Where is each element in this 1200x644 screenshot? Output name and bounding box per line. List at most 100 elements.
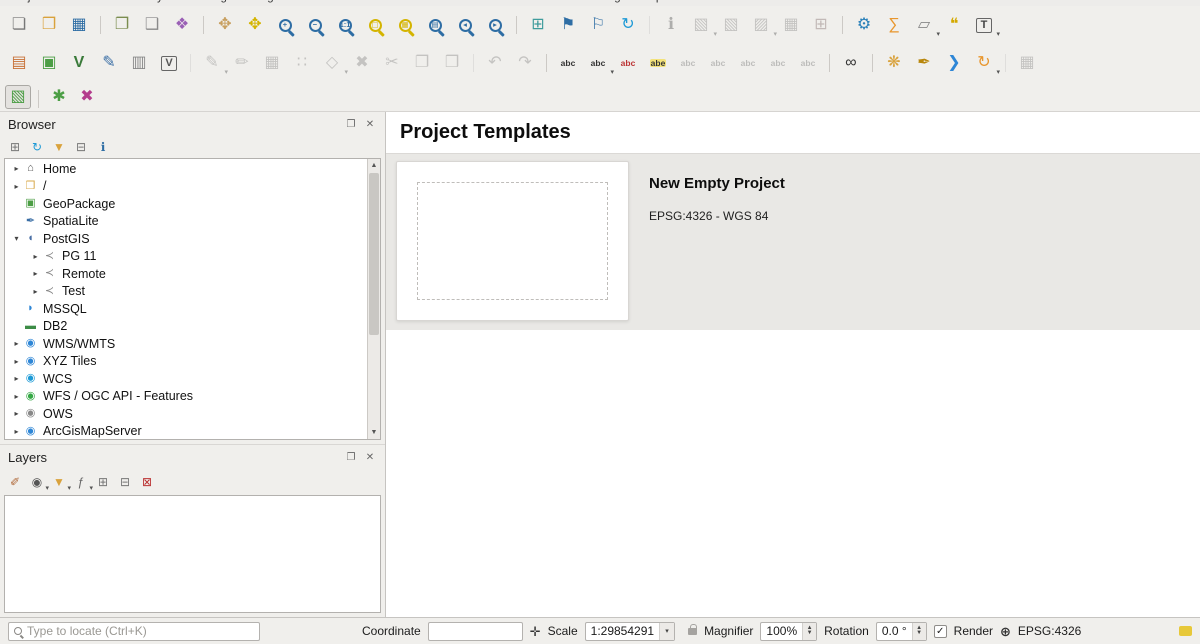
map-tips-button[interactable]: ❝ <box>940 11 968 39</box>
zoom-in-button[interactable]: + <box>271 11 299 39</box>
new-virtual-layer-button[interactable]: V <box>155 49 183 77</box>
zoom-last-button[interactable]: ◂ <box>451 11 479 39</box>
data-source-manager-button[interactable]: ▤ <box>5 49 33 77</box>
tree-item-geopackage[interactable]: ▣ GeoPackage <box>5 195 367 213</box>
current-edits-button[interactable]: ✎ <box>198 49 226 77</box>
show-layout-manager-button[interactable]: ❑ <box>138 11 166 39</box>
measure-button[interactable]: ▱ <box>910 11 938 39</box>
magnifier-spinbox[interactable]: 100% ▲▼ <box>760 622 817 641</box>
image-annotation-button[interactable]: ▧ <box>5 85 31 109</box>
tree-item-wms[interactable]: ▸ ◉ WMS/WMTS <box>5 335 367 353</box>
coordinate-input[interactable] <box>428 622 523 641</box>
filter-legend-button[interactable]: ▼ <box>49 473 69 492</box>
deselect-features-button[interactable]: ▧ <box>717 11 745 39</box>
extents-toggle-icon[interactable]: ✛ <box>530 625 541 638</box>
add-feature-button[interactable]: ∷ <box>288 49 316 77</box>
tree-item-wfs[interactable]: ▸ ◉ WFS / OGC API - Features <box>5 388 367 406</box>
pan-map-button[interactable]: ✥ <box>211 11 239 39</box>
tree-item-wcs[interactable]: ▸ ◉ WCS <box>5 370 367 388</box>
toggle-editing-button[interactable]: ✏ <box>228 49 256 77</box>
tree-item-spatialite[interactable]: ✒ SpatiaLite <box>5 213 367 231</box>
zoom-full-button[interactable]: ▢ <box>361 11 389 39</box>
menu-item[interactable]: Mesh <box>518 0 546 4</box>
plugin-reload-button[interactable]: ↻ <box>970 49 998 77</box>
layers-list[interactable] <box>4 495 381 613</box>
filter-expression-button[interactable]: ƒ <box>71 473 91 492</box>
refresh-map-button[interactable]: ↻ <box>614 11 642 39</box>
processing-plugin-button[interactable]: ✖ <box>74 85 100 109</box>
spinner-arrows-icon[interactable]: ▲▼ <box>802 623 816 640</box>
browser-tree-scrollbar[interactable]: ▲ ▼ <box>367 159 380 439</box>
rotation-spinbox[interactable]: 0.0 ° ▲▼ <box>876 622 927 641</box>
new-spatialite-layer-button[interactable]: ✎ <box>95 49 123 77</box>
select-by-expression-button[interactable]: ▨ <box>747 11 775 39</box>
tree-item-test[interactable]: ▸ ≺ Test <box>5 283 367 301</box>
select-features-button[interactable]: ▧ <box>687 11 715 39</box>
menu-item[interactable]: Plugins <box>251 0 289 4</box>
metasearch-button[interactable]: ❋ <box>880 49 908 77</box>
tree-item-ows[interactable]: ▸ ◉ OWS <box>5 405 367 423</box>
identify-features-button[interactable]: ℹ <box>657 11 685 39</box>
tree-item-root[interactable]: ▸ ❒ / <box>5 178 367 196</box>
crs-status-badge[interactable]: EPSG:4326 <box>1018 624 1081 638</box>
redo-button[interactable]: ↷ <box>511 49 539 77</box>
undo-button[interactable]: ↶ <box>481 49 509 77</box>
rotate-label-button[interactable]: abc <box>764 49 792 77</box>
refresh-browser-button[interactable]: ↻ <box>27 138 47 157</box>
open-attribute-table-button[interactable]: ▦ <box>777 11 805 39</box>
menu-item[interactable]: Settings <box>191 0 233 4</box>
chevron-down-icon[interactable]: ▾ <box>659 623 674 640</box>
expand-all-layers-button[interactable]: ⊞ <box>93 473 113 492</box>
map-themes-button[interactable]: ◉ <box>27 473 47 492</box>
layer-labeling-button[interactable]: abc <box>554 49 582 77</box>
template-list-item[interactable]: New Empty Project EPSG:4326 - WGS 84 <box>386 154 1200 330</box>
zoom-out-button[interactable]: − <box>301 11 329 39</box>
remove-layer-button[interactable]: ⊠ <box>137 473 157 492</box>
locate-search[interactable] <box>8 622 260 641</box>
expander-icon[interactable]: ▸ <box>10 427 23 436</box>
filter-browser-button[interactable]: ▼ <box>49 138 69 157</box>
osm-quill-button[interactable]: ✒ <box>910 49 938 77</box>
scale-combobox[interactable]: 1:29854291 ▾ <box>585 622 675 641</box>
show-spatial-bookmarks-button[interactable]: ⚐ <box>584 11 612 39</box>
new-shapefile-layer-button[interactable]: V <box>65 49 93 77</box>
menu-item[interactable]: Processing <box>564 0 621 4</box>
tree-item-mssql[interactable]: ◗ MSSQL <box>5 300 367 318</box>
expander-icon[interactable]: ▸ <box>10 374 23 383</box>
text-annotation-button[interactable]: T <box>970 11 998 39</box>
expander-icon[interactable]: ▸ <box>10 392 23 401</box>
close-panel-icon[interactable]: ✕ <box>363 117 377 131</box>
expander-icon[interactable]: ▸ <box>29 287 42 296</box>
field-calculator-button[interactable]: ⊞ <box>807 11 835 39</box>
highlight-labels-button[interactable]: abc <box>614 49 642 77</box>
menu-item[interactable]: Project <box>10 0 46 4</box>
menu-item[interactable]: Edit <box>64 0 84 4</box>
cut-features-button[interactable]: ✂ <box>378 49 406 77</box>
tree-item-db2[interactable]: ▬ DB2 <box>5 318 367 336</box>
open-project-button[interactable]: ❒ <box>35 11 63 39</box>
pin-labels-button[interactable]: abc <box>674 49 702 77</box>
paste-features-button[interactable]: ❒ <box>438 49 466 77</box>
menu-item[interactable]: Database <box>409 0 458 4</box>
scroll-up-icon[interactable]: ▲ <box>368 159 380 172</box>
expander-icon[interactable]: ▸ <box>10 182 23 191</box>
expander-icon[interactable]: ▸ <box>10 357 23 366</box>
template-thumbnail[interactable] <box>396 161 629 321</box>
show-hide-labels-button[interactable]: abc <box>704 49 732 77</box>
processing-toolbox-button[interactable]: ⚙ <box>850 11 878 39</box>
menu-item[interactable]: Web <box>476 0 499 4</box>
lock-scale-icon[interactable] <box>688 628 697 635</box>
new-temporary-scratch-layer-button[interactable]: ▥ <box>125 49 153 77</box>
add-selected-layers-button[interactable]: ⊞ <box>5 138 25 157</box>
change-label-button[interactable]: abc <box>794 49 822 77</box>
help-button[interactable]: ▦ <box>1013 49 1041 77</box>
delete-selected-button[interactable]: ✖ <box>348 49 376 77</box>
new-geopackage-layer-button[interactable]: ▣ <box>35 49 63 77</box>
collapse-all-button[interactable]: ⊟ <box>71 138 91 157</box>
save-project-button[interactable]: ▦ <box>65 11 93 39</box>
grass-plugin-button[interactable]: ✱ <box>46 85 72 109</box>
move-label-button[interactable]: abc <box>734 49 762 77</box>
expander-icon[interactable]: ▾ <box>10 234 23 243</box>
python-console-button[interactable]: ❯ <box>940 49 968 77</box>
new-project-button[interactable]: ❏ <box>5 11 33 39</box>
